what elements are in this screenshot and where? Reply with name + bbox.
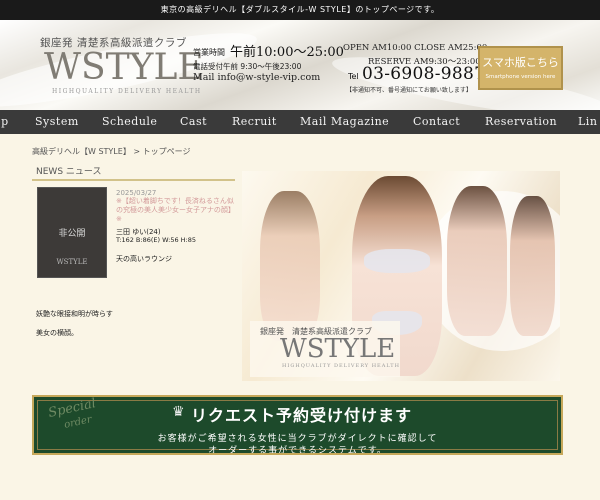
cast-comment: 天の高いラウンジ [116, 255, 172, 263]
phone-reception-hours: 電話受付午前 9:30～午後23:00 [193, 62, 302, 71]
breadcrumb-current: トップページ [142, 147, 191, 156]
nav-item-contact[interactable]: Contact [413, 110, 460, 134]
nav-item-recruit[interactable]: Recruit [232, 110, 277, 134]
business-hours-label: 営業時間 [193, 48, 225, 57]
phone-number[interactable]: 03-6908-9887 [362, 64, 485, 84]
tel-label: Tel [348, 72, 359, 81]
banner-model-figure [447, 186, 507, 336]
main-hero-banner[interactable]: 銀座発 清楚系高級派遣クラブ WSTYLE HIGHQUALITY DELIVE… [242, 171, 560, 381]
site-logo[interactable]: WSTYLE [44, 48, 204, 88]
description-line-1: 妖艶な眼接和明が時らす [36, 310, 113, 318]
top-announcement-bar: 東京の高級デリヘル【ダブルスタイル-W STYLE】のトップページです。 [0, 0, 600, 20]
nav-item-system[interactable]: System [35, 110, 79, 134]
nav-item-reservation[interactable]: Reservation [485, 110, 557, 134]
request-banner-text-2: オーダーする事ができるシステムです。 [208, 446, 387, 455]
news-section-title: NEWS ニュース [36, 167, 102, 177]
photo-watermark-logo: WSTYLE [56, 258, 88, 266]
contact-email[interactable]: Mail info@w-style-vip.com [193, 72, 320, 83]
banner-logo: WSTYLE [280, 334, 396, 364]
banner-lingerie-top [364, 249, 430, 273]
business-hours-value: 午前10:00～25:00 [230, 45, 344, 60]
banner-model-figure [260, 191, 320, 341]
nav-item-top[interactable]: op [0, 110, 9, 134]
smartphone-button-sublabel: Smartphone version here [485, 74, 556, 80]
nav-item-schedule[interactable]: Schedule [102, 110, 157, 134]
nav-item-link[interactable]: Lin [578, 110, 597, 134]
banner-model-figure [510, 196, 555, 336]
phone-note: 【非通知不可、番号通知にてお願い致します】 [346, 87, 472, 94]
photo-private-label: 非公開 [58, 229, 86, 239]
main-navigation: op System Schedule Cast Recruit Mail Mag… [0, 110, 600, 134]
nav-item-cast[interactable]: Cast [180, 110, 207, 134]
crown-icon: ♛ [172, 404, 185, 420]
site-header: 銀座発 清楚系高級派遣クラブ WSTYLE HIGHQUALITY DELIVE… [0, 20, 600, 110]
nav-item-mail-magazine[interactable]: Mail Magazine [300, 110, 389, 134]
breadcrumb-home-link[interactable]: 高級デリヘル【W STYLE】 [32, 147, 131, 156]
request-reservation-banner[interactable]: Special order ♛ リクエスト予約受け付けます お客様がご希望される… [32, 395, 563, 455]
description-line-2: 美女の横顔。 [36, 329, 78, 337]
news-divider [32, 179, 235, 181]
breadcrumb: 高級デリヘル【W STYLE】 > トップページ [32, 146, 190, 157]
smartphone-version-button[interactable]: スマホ版こちら Smartphone version here [478, 46, 563, 90]
cast-measurements: T:162 B:86(E) W:56 H:85 [116, 236, 197, 244]
breadcrumb-separator: > [130, 147, 143, 156]
request-banner-title: リクエスト予約受け付けます [191, 406, 413, 425]
logo-subtitle: HIGHQUALITY DELIVERY HEALTH [52, 88, 202, 95]
smartphone-button-label: スマホ版こちら [482, 56, 559, 69]
banner-subtitle: HIGHQUALITY DELIVERY HEALTH [282, 363, 400, 369]
news-headline-link[interactable]: ※【超い着脚ちです！長済ねるさん似の究極の美人美少女ー女子アナの顔】※ [116, 197, 234, 224]
news-date: 2025/03/27 [116, 189, 157, 197]
open-close-hours: OPEN AM10:00 CLOSE AM25:00 [343, 43, 488, 53]
news-cast-photo[interactable]: 非公開 WSTYLE [37, 187, 107, 278]
